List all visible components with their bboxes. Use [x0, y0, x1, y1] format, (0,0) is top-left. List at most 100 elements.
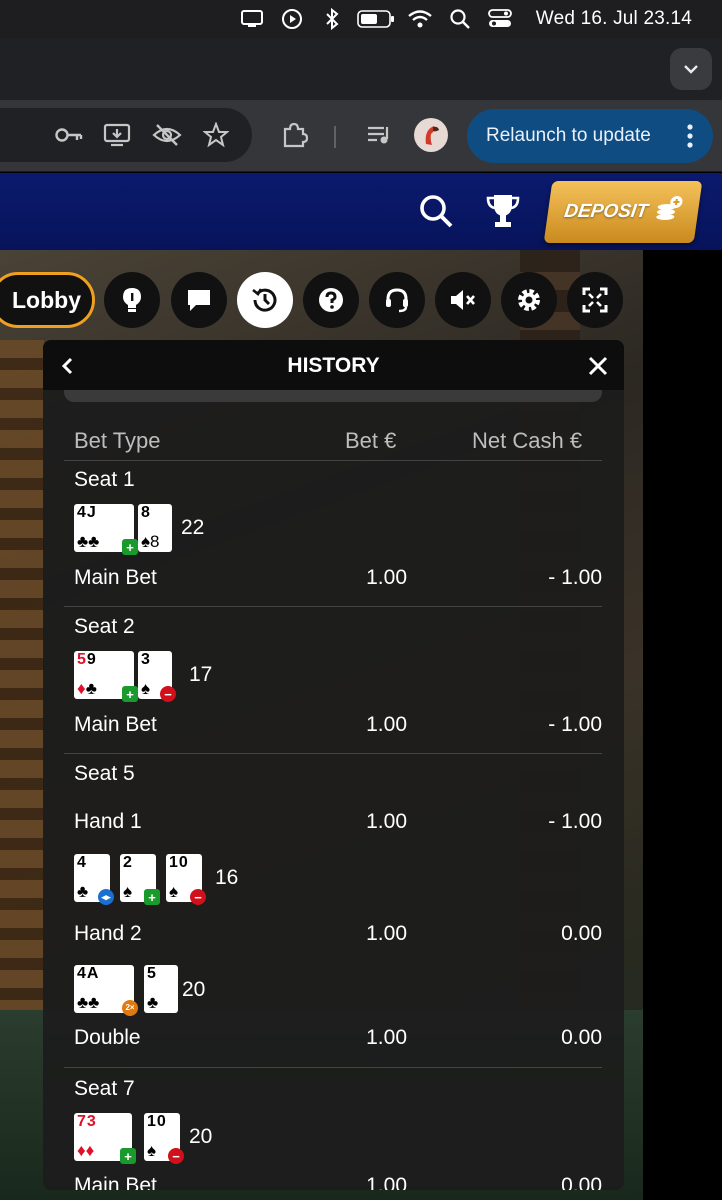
card-ranks: 4A: [77, 965, 100, 982]
key-icon[interactable]: [52, 118, 86, 152]
hit-badge: +: [122, 539, 138, 555]
lobby-button[interactable]: Lobby: [0, 272, 95, 328]
bet-amount-cell: 1.00: [366, 1026, 407, 1049]
install-app-icon[interactable]: [100, 118, 134, 152]
eye-off-icon[interactable]: [150, 118, 184, 152]
bet-type-cell: Main Bet: [74, 713, 157, 736]
settings-button[interactable]: [501, 272, 557, 328]
card-suit: ♠: [169, 882, 179, 901]
hit-badge: +: [144, 889, 160, 905]
card: 3 ♠ −: [138, 651, 176, 702]
control-center-icon[interactable]: [480, 0, 520, 38]
previous-round-stub[interactable]: [64, 390, 602, 402]
hand-2-cards: 4A ♣♣ 2× 5 ♣: [74, 965, 178, 1016]
net-cash-cell: 0.00: [561, 922, 602, 945]
header-divider: [64, 460, 602, 461]
menu-bar-clock[interactable]: Wed 16. Jul 23.14: [536, 8, 692, 30]
card-rank: 8: [141, 504, 151, 521]
browser-tab-strip: [0, 38, 722, 100]
wifi-icon[interactable]: [400, 0, 440, 38]
extensions-icon[interactable]: [277, 118, 311, 152]
fullscreen-button[interactable]: [567, 272, 623, 328]
col-bet-type: Bet Type: [74, 428, 161, 453]
black-margin: [643, 250, 722, 1200]
media-icon[interactable]: [362, 118, 396, 152]
card-suits: ♣♣: [77, 532, 100, 551]
card-suits: ♦♦: [77, 1141, 95, 1160]
seat-label: Seat 1: [74, 468, 135, 491]
help-icon: [319, 288, 343, 312]
hand-total: 20: [182, 978, 206, 1001]
net-cash-cell: - 1.00: [548, 713, 602, 736]
hand-1-cards: 4 ♣ ◂▸ 2 ♠ + 10 ♠ −: [74, 854, 206, 905]
trophy-icon[interactable]: [486, 193, 520, 234]
help-button[interactable]: [303, 272, 359, 328]
hit-badge: +: [122, 686, 138, 702]
stand-badge: −: [190, 889, 206, 905]
bet-amount-cell: 1.00: [366, 713, 407, 736]
hit-badge: +: [120, 1148, 136, 1164]
card-suit: ♣: [147, 993, 159, 1012]
profile-avatar[interactable]: [414, 118, 448, 152]
card-group: 73 ♦♦ +: [74, 1113, 136, 1164]
bet-amount-cell: 1.00: [366, 810, 407, 833]
card-rank: 3: [141, 651, 151, 668]
card-suits: ♦♣: [77, 679, 97, 698]
history-button[interactable]: [237, 272, 293, 328]
tips-button[interactable]: [104, 272, 160, 328]
net-cash-cell: 0.00: [561, 1174, 602, 1190]
sound-button[interactable]: [435, 272, 491, 328]
casino-header: DEPOSIT: [0, 173, 722, 250]
card-rank: 5: [147, 965, 157, 982]
net-cash-cell: - 1.00: [548, 810, 602, 833]
chat-icon: [188, 290, 210, 311]
card-rank: 10: [169, 854, 189, 871]
card: 10 ♠ −: [144, 1113, 184, 1164]
deposit-button[interactable]: DEPOSIT: [543, 181, 703, 243]
display-icon[interactable]: [232, 0, 272, 38]
history-header: HISTORY: [43, 340, 624, 390]
relaunch-to-update-button[interactable]: Relaunch to update: [467, 109, 713, 163]
search-icon[interactable]: [440, 0, 480, 38]
card: 2 ♠ +: [120, 854, 160, 905]
card-suit: ♣: [77, 882, 89, 901]
bet-amount-cell: 1.00: [366, 1174, 407, 1190]
double-badge: 2×: [122, 1000, 138, 1016]
row-divider: [64, 606, 602, 607]
stand-badge: −: [168, 1148, 184, 1164]
card-ranks: 73: [77, 1113, 97, 1130]
card-ranks: 4J: [77, 504, 97, 521]
card-group: 4A ♣♣ 2×: [74, 965, 138, 1016]
hand-label: Hand 1: [74, 810, 142, 833]
card-suit: ♠: [147, 1141, 157, 1160]
history-title: HISTORY: [287, 354, 380, 377]
support-button[interactable]: [369, 272, 425, 328]
card-group: 59 ♦♣ +: [74, 651, 138, 702]
row-divider: [64, 753, 602, 754]
close-button[interactable]: [584, 352, 612, 380]
col-bet: Bet €: [345, 428, 397, 453]
tab-search-button[interactable]: [670, 48, 712, 90]
seat-label: Seat 2: [74, 615, 135, 638]
card-suit: ♠: [141, 679, 151, 698]
card-suits: ♣♣: [77, 993, 100, 1012]
deposit-label: DEPOSIT: [562, 201, 650, 222]
play-icon[interactable]: [272, 0, 312, 38]
card-rank: 4: [77, 854, 87, 871]
bet-amount-cell: 1.00: [366, 566, 407, 589]
search-icon[interactable]: [418, 193, 454, 234]
card: 4 ♣ ◂▸: [74, 854, 114, 905]
seat-7-cards: 73 ♦♦ + 10 ♠ −: [74, 1113, 184, 1164]
gear-icon: [518, 289, 540, 311]
seat-1-cards: 4J ♣♣ + 8 ♠8: [74, 504, 172, 555]
star-icon[interactable]: [199, 118, 233, 152]
coins-icon: [651, 195, 684, 229]
chat-button[interactable]: [171, 272, 227, 328]
more-menu-icon[interactable]: [687, 124, 693, 154]
battery-icon[interactable]: [352, 0, 400, 38]
split-badge: ◂▸: [98, 889, 114, 905]
bluetooth-icon[interactable]: [312, 0, 352, 38]
history-icon: [252, 288, 277, 312]
fullscreen-icon: [582, 287, 608, 313]
card: 5 ♣: [144, 965, 178, 1013]
